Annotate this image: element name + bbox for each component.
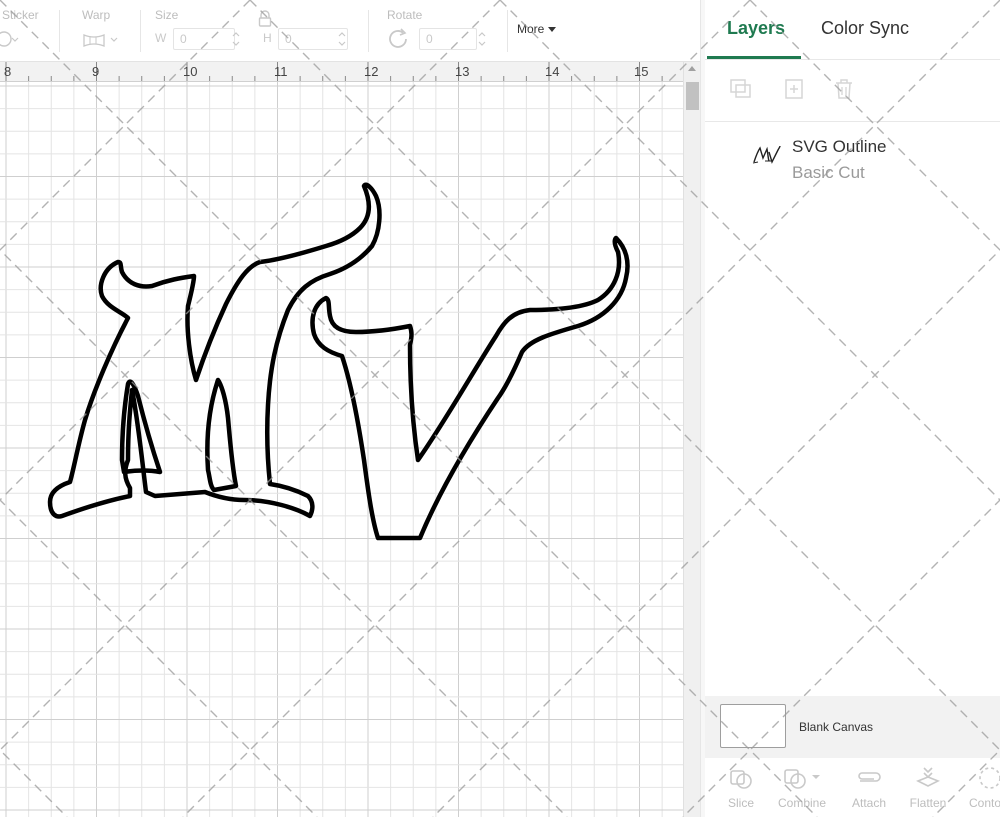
flatten-icon bbox=[916, 767, 940, 787]
ruler-number: 13 bbox=[455, 64, 470, 79]
lock-icon[interactable] bbox=[258, 10, 272, 33]
layer-operation[interactable]: Basic Cut bbox=[792, 163, 865, 183]
flatten-button[interactable]: Flatten bbox=[905, 764, 951, 810]
height-stepper[interactable] bbox=[336, 28, 348, 50]
layers-divider bbox=[705, 121, 1000, 122]
slice-button[interactable]: Slice bbox=[721, 764, 761, 810]
ruler-number: 10 bbox=[183, 64, 198, 79]
group-icon[interactable] bbox=[729, 78, 753, 105]
blank-canvas-swatch[interactable] bbox=[720, 704, 786, 748]
size-h-label: H bbox=[263, 31, 272, 45]
tab-layers[interactable]: Layers bbox=[727, 18, 785, 39]
contour-icon bbox=[979, 767, 1000, 789]
rotate-group: Rotate 0 bbox=[369, 0, 499, 62]
more-label: More bbox=[517, 22, 545, 36]
tab-color-sync[interactable]: Color Sync bbox=[821, 18, 909, 39]
mv-logo-thumbnail bbox=[751, 144, 781, 171]
design-canvas[interactable] bbox=[0, 82, 683, 817]
scrollbar-thumb[interactable] bbox=[686, 82, 699, 110]
attach-icon bbox=[858, 772, 881, 782]
layers-panel: Layers Color Sync SVG Outline Basic Cut … bbox=[705, 0, 1000, 817]
rotate-input[interactable]: 0 bbox=[419, 28, 477, 50]
size-label: Size bbox=[155, 8, 179, 22]
toolbar-separator bbox=[507, 10, 508, 52]
width-input[interactable]: 0 bbox=[173, 28, 235, 50]
slice-icon bbox=[730, 770, 752, 789]
sticker-group[interactable]: Sticker bbox=[0, 0, 58, 62]
layer-name: SVG Outline bbox=[792, 137, 887, 156]
attach-button[interactable]: Attach bbox=[845, 764, 893, 810]
combine-button[interactable]: Combine bbox=[773, 764, 831, 810]
warp-icon[interactable] bbox=[82, 32, 122, 53]
tabs-divider bbox=[705, 59, 1000, 60]
scroll-up-icon[interactable] bbox=[688, 66, 696, 71]
layer-item[interactable]: SVG Outline Basic Cut bbox=[705, 130, 1000, 186]
rotate-stepper[interactable] bbox=[476, 28, 488, 50]
ruler-ticks bbox=[5, 62, 663, 81]
ruler-number: 9 bbox=[92, 64, 100, 79]
sticker-icon[interactable] bbox=[0, 30, 22, 53]
size-group: Size W 0 H 0 bbox=[141, 0, 366, 62]
rotate-icon[interactable] bbox=[387, 28, 411, 55]
ruler-number: 15 bbox=[634, 64, 649, 79]
contour-button[interactable]: Contour bbox=[963, 764, 1000, 810]
width-stepper[interactable] bbox=[230, 28, 242, 50]
caret-down-icon bbox=[548, 26, 557, 32]
combine-icon bbox=[784, 769, 820, 789]
mv-logo-outline[interactable] bbox=[0, 82, 683, 817]
horizontal-ruler: 8 9 10 11 12 13 14 15 bbox=[0, 62, 683, 82]
size-w-label: W bbox=[155, 31, 167, 45]
edit-toolbar: Sticker Warp Size W 0 H 0 Rotate 0 More bbox=[0, 0, 705, 62]
sticker-label: Sticker bbox=[2, 8, 39, 22]
warp-label: Warp bbox=[82, 8, 111, 22]
ruler-number: 8 bbox=[4, 64, 12, 79]
ruler-number: 11 bbox=[274, 64, 288, 79]
warp-group[interactable]: Warp bbox=[60, 0, 140, 62]
vertical-scrollbar[interactable] bbox=[683, 62, 700, 817]
ruler-number: 14 bbox=[545, 64, 560, 79]
rotate-label: Rotate bbox=[387, 8, 423, 22]
ruler-number: 12 bbox=[364, 64, 379, 79]
blank-canvas-label: Blank Canvas bbox=[799, 720, 874, 734]
more-button[interactable]: More bbox=[517, 22, 557, 36]
delete-icon[interactable] bbox=[832, 78, 856, 105]
blank-canvas-row: Blank Canvas bbox=[705, 696, 1000, 758]
add-icon[interactable] bbox=[782, 78, 806, 105]
